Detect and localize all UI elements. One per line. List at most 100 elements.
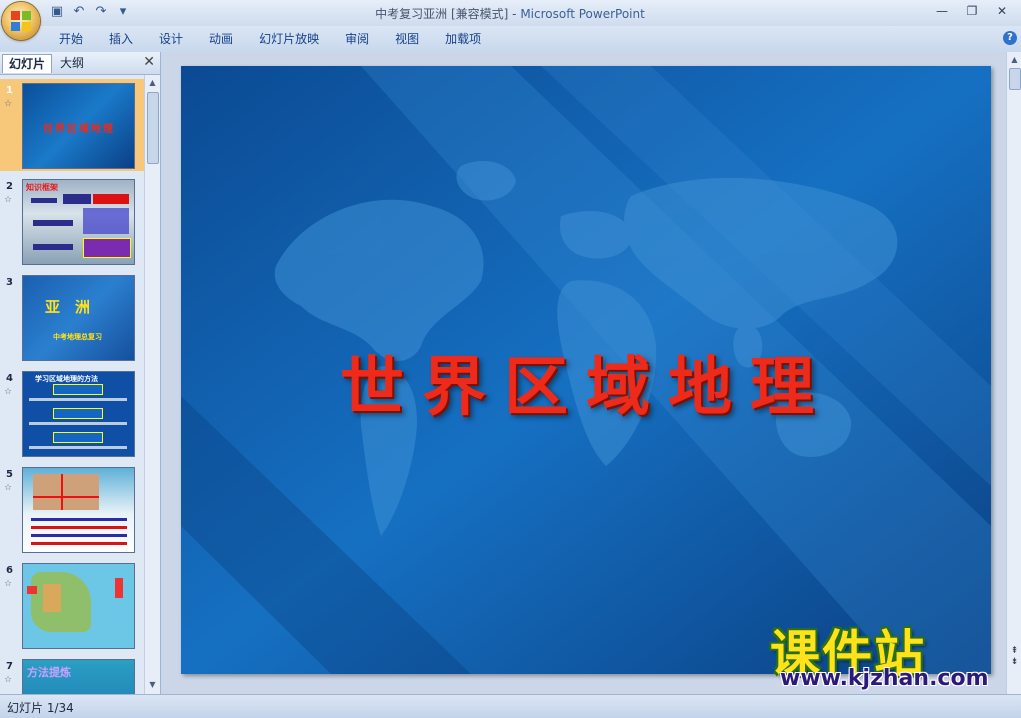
animation-star-icon: ☆ (4, 387, 13, 397)
tab-outline[interactable]: 大纲 (54, 54, 90, 72)
slide-thumbnail[interactable]: 方法提炼 (22, 659, 135, 694)
thumbnail-subtitle: 中考地理总复习 (53, 333, 102, 341)
thumbnail-number: 3 (6, 277, 13, 288)
thumbnail-graphic (61, 474, 63, 510)
thumbnail-graphic (33, 220, 73, 226)
scrollbar-thumb[interactable] (147, 92, 159, 164)
thumbnail-title: 世界区域地理 (43, 124, 115, 135)
slide-thumbnail[interactable]: 亚 洲 中考地理总复习 (22, 275, 135, 361)
thumbnail-map (31, 572, 91, 632)
title-bar: ▣ ↶ ↷ ▾ 中考复习亚洲 [兼容模式] - Microsoft PowerP… (0, 0, 1021, 26)
document-title: 中考复习亚洲 [兼容模式] - (375, 7, 521, 21)
close-panel-icon[interactable]: ✕ (143, 54, 155, 70)
tab-slideshow[interactable]: 幻灯片放映 (246, 30, 332, 48)
panel-tabs: 幻灯片 大纲 ✕ (0, 52, 160, 75)
thumbnail-graphic (53, 408, 103, 419)
thumbnail-graphic (31, 542, 127, 545)
thumbnail-graphic (27, 586, 37, 594)
animation-star-icon: ☆ (4, 195, 13, 205)
tab-view[interactable]: 视图 (382, 30, 432, 48)
thumbnail-graphic (93, 194, 129, 204)
thumbnail-title: 亚 洲 (45, 298, 91, 316)
slides-panel: 幻灯片 大纲 ✕ 1 ☆ 世界区域地理 2 ☆ 知识框架 3 亚 洲 中考地理总… (0, 52, 161, 694)
thumbnail-row[interactable]: 6 ☆ (0, 559, 144, 651)
redo-icon[interactable]: ↷ (92, 4, 110, 20)
thumbnail-graphic (31, 198, 57, 203)
animation-star-icon: ☆ (4, 579, 13, 589)
tab-addins[interactable]: 加载项 (432, 30, 494, 48)
thumbnail-row[interactable]: 1 ☆ 世界区域地理 (0, 79, 144, 171)
thumbnail-graphic (115, 578, 123, 598)
thumbnail-row[interactable]: 3 亚 洲 中考地理总复习 (0, 271, 144, 363)
quick-access-toolbar: ▣ ↶ ↷ ▾ (48, 4, 132, 20)
help-icon[interactable]: ? (1003, 31, 1017, 45)
restore-icon[interactable]: ❐ (957, 2, 987, 20)
thumbnail-graphic (83, 208, 129, 234)
thumbnail-graphic (33, 244, 73, 250)
slide-thumbnail[interactable]: 学习区域地理的方法 (22, 371, 135, 457)
thumbnail-list: 1 ☆ 世界区域地理 2 ☆ 知识框架 3 亚 洲 中考地理总复习 4 ☆ 学习… (0, 75, 144, 694)
animation-star-icon: ☆ (4, 99, 13, 109)
slide-thumbnail[interactable] (22, 563, 135, 649)
thumbnail-graphic (53, 384, 103, 395)
thumbnail-number: 4 (6, 373, 13, 384)
thumbnail-scrollbar[interactable]: ▲ ▼ (144, 75, 160, 694)
thumbnail-row[interactable]: 4 ☆ 学习区域地理的方法 (0, 367, 144, 459)
thumbnail-title: 知识框架 (26, 183, 58, 192)
tab-animations[interactable]: 动画 (196, 30, 246, 48)
window-controls: — ❐ ✕ (927, 2, 1017, 20)
ribbon-tabs: 开始 插入 设计 动画 幻灯片放映 审阅 视图 加载项 (46, 30, 494, 48)
tab-insert[interactable]: 插入 (96, 30, 146, 48)
thumbnail-graphic (63, 194, 91, 204)
tab-home[interactable]: 开始 (46, 30, 96, 48)
scroll-up-icon[interactable]: ▲ (1008, 53, 1021, 67)
app-name: Microsoft PowerPoint (520, 7, 645, 21)
thumbnail-graphic (29, 398, 127, 401)
thumbnail-map (33, 474, 99, 510)
thumbnail-number: 2 (6, 181, 13, 192)
animation-star-icon: ☆ (4, 483, 13, 493)
thumbnail-title: 方法提炼 (27, 666, 71, 679)
thumbnail-number: 1 (6, 85, 13, 96)
slide-thumbnail[interactable]: 世界区域地理 (22, 83, 135, 169)
scroll-up-icon[interactable]: ▲ (146, 76, 159, 90)
slide-thumbnail[interactable] (22, 467, 135, 553)
thumbnail-graphic (29, 422, 127, 425)
office-button[interactable] (2, 2, 40, 40)
scrollbar-thumb[interactable] (1009, 68, 1021, 90)
thumbnail-row[interactable]: 7 ☆ 方法提炼 (0, 655, 144, 694)
slide-editor: 世界区域地理 (161, 52, 1006, 694)
thumbnail-graphic (31, 518, 127, 521)
ribbon: 开始 插入 设计 动画 幻灯片放映 审阅 视图 加载项 ? (0, 26, 1021, 53)
tab-slides[interactable]: 幻灯片 (2, 54, 53, 73)
undo-icon[interactable]: ↶ (70, 4, 88, 20)
thumbnail-number: 6 (6, 565, 13, 576)
tab-design[interactable]: 设计 (146, 30, 196, 48)
close-icon[interactable]: ✕ (987, 2, 1017, 20)
watermark-logo: 课件站 www.kjzhan.com (770, 614, 1010, 694)
thumbnail-row[interactable]: 2 ☆ 知识框架 (0, 175, 144, 267)
slide-title[interactable]: 世界区域地理 (181, 336, 991, 428)
current-slide[interactable]: 世界区域地理 (181, 66, 991, 674)
slide-thumbnail[interactable]: 知识框架 (22, 179, 135, 265)
tab-review[interactable]: 审阅 (332, 30, 382, 48)
thumbnail-graphic (31, 526, 127, 529)
window-title: 中考复习亚洲 [兼容模式] - Microsoft PowerPoint (300, 5, 720, 22)
slide-indicator: 幻灯片 1/34 (7, 701, 74, 715)
thumbnail-graphic (83, 238, 131, 258)
thumbnail-row[interactable]: 5 ☆ (0, 463, 144, 555)
thumbnail-number: 7 (6, 661, 13, 672)
minimize-icon[interactable]: — (927, 2, 957, 20)
thumbnail-title: 学习区域地理的方法 (35, 375, 98, 383)
thumbnail-graphic (31, 534, 127, 537)
thumbnail-graphic (53, 432, 103, 443)
watermark-url: www.kjzhan.com (780, 666, 989, 691)
scroll-down-icon[interactable]: ▼ (146, 678, 159, 692)
status-bar: 幻灯片 1/34 (0, 694, 1021, 718)
thumbnail-graphic (29, 446, 127, 449)
thumbnail-graphic (33, 496, 99, 498)
office-logo-icon (11, 11, 31, 31)
editor-scrollbar[interactable]: ▲ ⇞ ⇟ (1006, 52, 1021, 694)
save-icon[interactable]: ▣ (48, 4, 66, 20)
customize-icon[interactable]: ▾ (114, 4, 132, 20)
